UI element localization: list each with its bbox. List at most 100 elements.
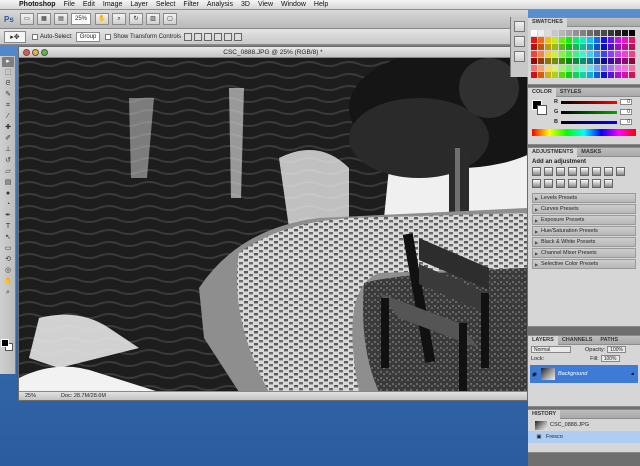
tool-preset-picker[interactable]: ▸✥ <box>4 30 26 43</box>
swatch-cell[interactable] <box>566 58 572 64</box>
swatch-cell[interactable] <box>580 51 586 57</box>
swatch-cell[interactable] <box>594 44 600 50</box>
swatch-cell[interactable] <box>622 51 628 57</box>
3d-orbit-tool-icon[interactable]: ◎ <box>2 266 14 276</box>
swatch-cell[interactable] <box>629 30 635 36</box>
tab-channels[interactable]: CHANNELS <box>558 336 597 345</box>
eyedropper-tool-icon[interactable]: ⁄ <box>2 112 14 122</box>
swatch-cell[interactable] <box>615 44 621 50</box>
hand-tool-button[interactable]: ✋ <box>95 13 110 25</box>
swatch-cell[interactable] <box>601 65 607 71</box>
swatch-cell[interactable] <box>601 58 607 64</box>
gradient-map-icon[interactable] <box>592 179 601 188</box>
blue-slider[interactable] <box>561 120 617 124</box>
swatch-cell[interactable] <box>566 30 572 36</box>
swatch-cell[interactable] <box>580 30 586 36</box>
align-middle-icon[interactable] <box>194 32 203 41</box>
swatch-cell[interactable] <box>587 51 593 57</box>
invert-icon[interactable] <box>556 179 565 188</box>
swatch-cell[interactable] <box>587 58 593 64</box>
selective-color-icon[interactable] <box>604 179 613 188</box>
swatch-cell[interactable] <box>622 65 628 71</box>
swatch-cell[interactable] <box>552 30 558 36</box>
swatch-cell[interactable] <box>622 30 628 36</box>
swatch-cell[interactable] <box>615 72 621 78</box>
swatch-cell[interactable] <box>580 44 586 50</box>
blend-mode-select[interactable]: Normal <box>531 346 571 353</box>
dodge-tool-icon[interactable]: ◔ <box>2 200 14 210</box>
path-select-tool-icon[interactable]: ↖ <box>2 233 14 243</box>
preset-exposure[interactable]: Exposure Presets <box>532 215 636 225</box>
blur-tool-icon[interactable]: ● <box>2 189 14 199</box>
swatch-grid[interactable] <box>528 27 640 81</box>
swatch-cell[interactable] <box>615 51 621 57</box>
swatch-cell[interactable] <box>559 44 565 50</box>
swatch-cell[interactable] <box>552 72 558 78</box>
swatch-cell[interactable] <box>531 58 537 64</box>
swatch-cell[interactable] <box>601 72 607 78</box>
swatch-cell[interactable] <box>538 30 544 36</box>
navigator-panel-icon[interactable] <box>514 21 525 32</box>
color-spectrum-bar[interactable] <box>532 129 636 136</box>
color-balance-icon[interactable] <box>604 167 613 176</box>
menu-window[interactable]: Window <box>281 0 306 10</box>
eraser-tool-icon[interactable]: ▱ <box>2 167 14 177</box>
preset-channel-mixer[interactable]: Channel Mixer Presets <box>532 248 636 258</box>
crop-tool-icon[interactable]: ⌗ <box>2 101 14 111</box>
type-tool-icon[interactable]: T <box>2 222 14 232</box>
preset-hue-saturation[interactable]: Hue/Saturation Presets <box>532 226 636 236</box>
swatch-cell[interactable] <box>559 30 565 36</box>
swatch-cell[interactable] <box>566 65 572 71</box>
zoom-tool-icon[interactable]: ⌕ <box>2 288 14 298</box>
3d-rotate-tool-icon[interactable]: ⟲ <box>2 255 14 265</box>
posterize-icon[interactable] <box>568 179 577 188</box>
menu-layer[interactable]: Layer <box>130 0 148 10</box>
opacity-value[interactable]: 100% <box>607 346 626 353</box>
swatch-cell[interactable] <box>552 44 558 50</box>
swatch-cell[interactable] <box>580 58 586 64</box>
swatch-cell[interactable] <box>552 58 558 64</box>
swatch-cell[interactable] <box>531 72 537 78</box>
healing-brush-tool-icon[interactable]: ✚ <box>2 123 14 133</box>
menu-filter[interactable]: Filter <box>183 0 199 10</box>
swatch-cell[interactable] <box>538 51 544 57</box>
pen-tool-icon[interactable]: ✒ <box>2 211 14 221</box>
threshold-icon[interactable] <box>580 179 589 188</box>
tab-masks[interactable]: MASKS <box>577 148 605 157</box>
history-brush-tool-icon[interactable]: ↺ <box>2 156 14 166</box>
swatch-cell[interactable] <box>531 37 537 43</box>
tab-styles[interactable]: STYLES <box>556 88 585 97</box>
menu-analysis[interactable]: Analysis <box>207 0 233 10</box>
hand-tool-icon[interactable]: ✋ <box>2 277 14 287</box>
swatch-cell[interactable] <box>622 37 628 43</box>
color-background-swatch[interactable] <box>537 105 547 115</box>
swatch-cell[interactable] <box>608 44 614 50</box>
swatch-cell[interactable] <box>552 51 558 57</box>
layer-background[interactable]: ◉ Background 🔒︎ <box>530 365 638 383</box>
swatch-cell[interactable] <box>573 37 579 43</box>
swatch-cell[interactable] <box>622 44 628 50</box>
swatch-cell[interactable] <box>545 30 551 36</box>
red-value[interactable]: 0 <box>620 99 632 105</box>
show-transform-checkbox[interactable] <box>105 33 112 40</box>
swatch-cell[interactable] <box>615 65 621 71</box>
tab-paths[interactable]: PATHS <box>596 336 622 345</box>
shape-tool-icon[interactable]: ▭ <box>2 244 14 254</box>
swatch-cell[interactable] <box>580 37 586 43</box>
status-doc-size[interactable]: Doc: 28.7M/28.6M <box>61 393 106 399</box>
zoom-level-select[interactable]: 25% <box>71 13 92 25</box>
swatch-cell[interactable] <box>601 51 607 57</box>
swatch-cell[interactable] <box>615 37 621 43</box>
gradient-tool-icon[interactable]: ▤ <box>2 178 14 188</box>
green-slider[interactable] <box>561 110 617 114</box>
swatch-cell[interactable] <box>601 30 607 36</box>
swatch-cell[interactable] <box>601 44 607 50</box>
swatch-cell[interactable] <box>587 44 593 50</box>
swatch-cell[interactable] <box>566 44 572 50</box>
swatch-cell[interactable] <box>608 37 614 43</box>
history-state[interactable]: ▣ Fresco <box>528 431 640 443</box>
menu-edit[interactable]: Edit <box>83 0 95 10</box>
lasso-tool-icon[interactable]: ᘓ <box>2 79 14 89</box>
swatch-cell[interactable] <box>545 44 551 50</box>
zoom-window-button[interactable] <box>41 49 48 56</box>
